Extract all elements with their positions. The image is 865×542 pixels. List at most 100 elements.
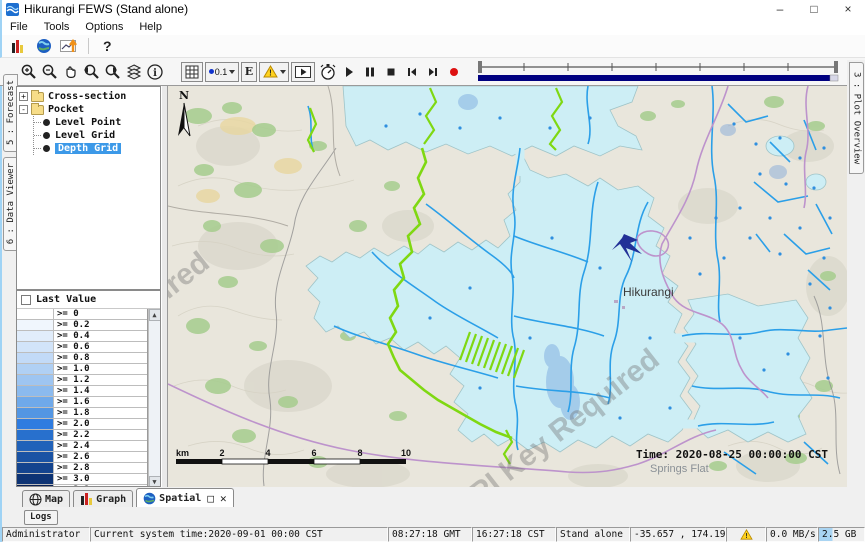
play-icon[interactable] — [338, 62, 359, 82]
last-value-checkbox[interactable] — [21, 295, 31, 305]
animation-timer-icon[interactable] — [317, 62, 338, 82]
legend-row-label: >= 2.0 — [53, 419, 147, 429]
legend-toggle-button[interactable]: E — [241, 62, 257, 82]
timeline-graphic — [476, 60, 842, 84]
legend-row[interactable]: >= 1.0 — [17, 364, 147, 375]
legend-header: Last Value — [17, 291, 160, 309]
legend-row[interactable]: >= 2.2 — [17, 430, 147, 441]
tab-graph[interactable]: Graph — [73, 490, 133, 507]
tree-node-depth-grid[interactable]: Depth Grid — [34, 142, 158, 155]
collapse-icon[interactable]: - — [19, 105, 28, 114]
legend-color-swatch — [17, 309, 53, 319]
info-icon[interactable]: i — [144, 62, 165, 82]
legend-row[interactable]: >= 0.8 — [17, 353, 147, 364]
scroll-up-icon[interactable]: ▲ — [149, 309, 161, 321]
panel-close-button[interactable]: ✕ — [220, 492, 227, 505]
close-button[interactable]: × — [831, 0, 865, 18]
menu-file[interactable]: File — [2, 21, 36, 33]
stop-icon[interactable] — [380, 62, 401, 82]
map-canvas: API Key Required API Key Required Hikura… — [168, 86, 847, 487]
panel-maximize-button[interactable]: □ — [207, 492, 214, 505]
database-chart-icon[interactable] — [8, 37, 28, 55]
pause-icon[interactable] — [359, 62, 380, 82]
legend-row[interactable]: >= 2.6 — [17, 452, 147, 463]
skip-to-start-icon[interactable] — [401, 62, 422, 82]
zoom-next-icon[interactable] — [102, 62, 123, 82]
panel-splitter[interactable] — [161, 86, 168, 487]
scroll-down-icon[interactable]: ▼ — [149, 476, 161, 487]
animation-panel-button[interactable] — [291, 62, 315, 82]
legend-row[interactable]: >= 1.6 — [17, 397, 147, 408]
pan-hand-icon[interactable] — [60, 62, 81, 82]
legend-scrollbar[interactable]: ▲ ▼ — [148, 309, 160, 487]
zoom-previous-icon[interactable] — [81, 62, 102, 82]
legend-row[interactable]: >= 0.6 — [17, 342, 147, 353]
legend-color-swatch — [17, 375, 53, 385]
contour-interval-dropdown[interactable]: 0.1 — [205, 62, 239, 82]
legend-row[interactable]: >= 2.4 — [17, 441, 147, 452]
legend-color-swatch — [17, 364, 53, 374]
skip-to-end-icon[interactable] — [422, 62, 443, 82]
locality-label: Springs Flat — [650, 463, 709, 475]
legend-row[interactable]: >= 0 — [17, 309, 147, 320]
tab-spatial[interactable]: Spatial □ ✕ — [136, 488, 233, 507]
legend-row[interactable]: >= 2.0 — [17, 419, 147, 430]
legend-row[interactable]: >= 0.4 — [17, 331, 147, 342]
record-icon[interactable] — [443, 62, 464, 82]
legend-row[interactable]: >= 0.2 — [17, 320, 147, 331]
logs-row: Logs — [0, 507, 865, 527]
maximize-button[interactable]: □ — [797, 0, 831, 18]
tab-map[interactable]: Map — [22, 490, 70, 507]
tab-plot-overview[interactable]: 3 : Plot Overview — [849, 62, 864, 174]
tree-node-label: Pocket — [48, 104, 84, 115]
tree-node-label: Cross-section — [48, 91, 126, 102]
globe-icon[interactable] — [34, 37, 54, 55]
legend-row-label: >= 2.6 — [53, 452, 147, 462]
node-bullet-icon — [43, 132, 50, 139]
scale-tick-label: 2 — [219, 448, 224, 458]
grid-display-button[interactable] — [181, 62, 203, 82]
legend-row-label: >= 0 — [53, 309, 147, 319]
legend-row-label: >= 2.2 — [53, 430, 147, 440]
legend-row[interactable]: >= 3.0 — [17, 474, 147, 485]
zoom-out-icon[interactable] — [39, 62, 60, 82]
warning-threshold-dropdown[interactable]: ! — [259, 62, 289, 82]
scale-tick-label: 10 — [401, 448, 411, 458]
tab-spatial-label: Spatial — [159, 493, 201, 504]
menu-tools[interactable]: Tools — [36, 21, 78, 33]
legend-row[interactable]: >= 1.2 — [17, 375, 147, 386]
minimize-button[interactable]: – — [763, 0, 797, 18]
scale-tick-label: 8 — [357, 448, 362, 458]
timeseries-import-icon[interactable] — [60, 37, 80, 55]
tree-node-level-grid[interactable]: Level Grid — [34, 129, 158, 142]
status-warning-cell[interactable]: ! — [726, 527, 766, 542]
legend-row[interactable]: >= 1.4 — [17, 386, 147, 397]
legend-row[interactable]: >= 2.8 — [17, 463, 147, 474]
left-tab-strip: 5 : Forecast 6 : Data Viewer — [0, 86, 16, 487]
menu-help[interactable]: Help — [131, 21, 170, 33]
legend-color-swatch — [17, 386, 53, 396]
menu-options[interactable]: Options — [77, 21, 131, 33]
node-bullet-icon — [43, 119, 50, 126]
window-controls: – □ × — [763, 0, 865, 18]
legend-color-swatch — [17, 408, 53, 418]
legend-row-label: >= 2.8 — [53, 463, 147, 473]
expand-icon[interactable]: + — [19, 92, 28, 101]
status-download-speed: 0.0 MB/s — [766, 527, 818, 542]
spatial-map-view[interactable]: API Key Required API Key Required Hikura… — [168, 86, 847, 487]
zoom-in-icon[interactable] — [18, 62, 39, 82]
logs-button[interactable]: Logs — [24, 510, 58, 525]
tree-node-cross-section[interactable]: + Cross-section — [19, 90, 158, 103]
layers-icon[interactable] — [123, 62, 144, 82]
legend-row-label: >= 3.0 — [53, 474, 147, 484]
tree-node-pocket[interactable]: - Pocket — [19, 103, 158, 116]
legend-panel: Last Value >= 0>= 0.2>= 0.4>= 0.6>= 0.8>… — [16, 290, 161, 487]
legend-color-swatch — [17, 342, 53, 352]
status-memory[interactable]: 2.5 GB — [818, 527, 865, 542]
tree-node-level-point[interactable]: Level Point — [34, 116, 158, 129]
legend-row[interactable]: >= 1.8 — [17, 408, 147, 419]
scale-tick-label: 4 — [265, 448, 270, 458]
help-button[interactable]: ? — [103, 38, 112, 54]
timeline-slider[interactable] — [476, 60, 842, 84]
legend-row-label: >= 1.6 — [53, 397, 147, 407]
